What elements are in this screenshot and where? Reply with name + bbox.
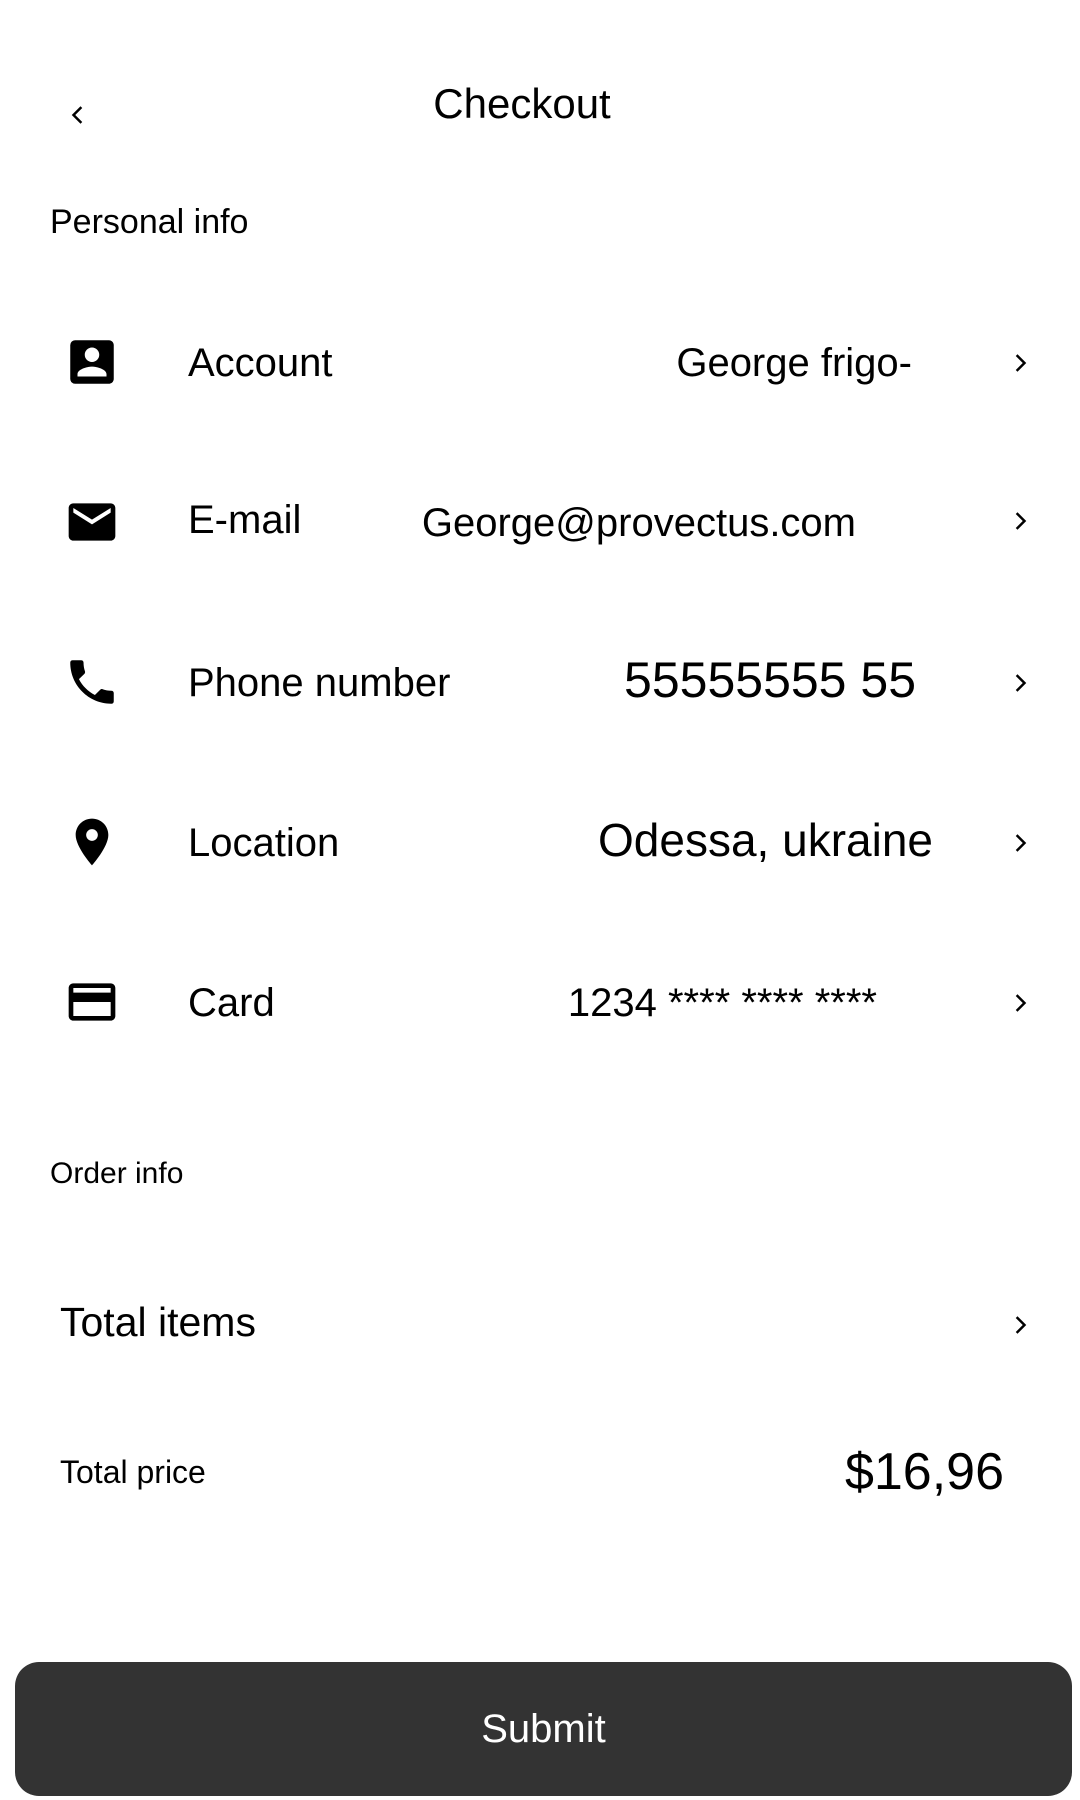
chevron-right-icon: [1000, 660, 1040, 706]
phone-icon: [60, 650, 124, 714]
phone-label: Phone number: [188, 661, 451, 705]
section-title-personal-info: Personal info: [50, 203, 249, 241]
chevron-right-icon: [1000, 980, 1040, 1026]
total-price-label: Total price: [60, 1454, 206, 1490]
submit-button[interactable]: Submit: [15, 1662, 1072, 1796]
account-value: George frigo-: [676, 341, 912, 385]
section-title-order-info: Order info: [50, 1157, 184, 1190]
account-label: Account: [188, 341, 333, 385]
email-row[interactable]: E-mail George@provectus.com: [0, 450, 1080, 590]
total-items-row[interactable]: Total items: [0, 1270, 1080, 1380]
credit-card-icon: [60, 970, 124, 1034]
mail-icon: [60, 490, 124, 554]
email-value: George@provectus.com: [421, 501, 856, 545]
chevron-right-icon: [1000, 1302, 1040, 1348]
chevron-right-icon: [1000, 498, 1040, 544]
card-label: Card: [188, 981, 275, 1025]
account-row[interactable]: Account George frigo-: [0, 290, 1080, 430]
account-box-icon: [60, 330, 124, 394]
total-items-label: Total items: [60, 1299, 256, 1345]
card-value: 1234 **** **** ****: [567, 981, 877, 1025]
phone-row[interactable]: Phone number 55555555 55: [0, 610, 1080, 750]
chevron-right-icon: [1000, 820, 1040, 866]
phone-value: 55555555 55: [624, 652, 916, 708]
location-row[interactable]: Location Odessa, ukraine: [0, 770, 1080, 910]
chevron-right-icon: [1000, 340, 1040, 386]
location-label: Location: [188, 821, 340, 865]
total-price-value: $16,96: [844, 1443, 1004, 1501]
location-pin-icon: [60, 810, 124, 874]
total-price-row: Total price $16,96: [0, 1430, 1080, 1520]
page-title: Checkout: [433, 80, 611, 127]
card-row[interactable]: Card 1234 **** **** ****: [0, 930, 1080, 1070]
location-value: Odessa, ukraine: [598, 814, 933, 866]
email-label: E-mail: [188, 498, 302, 542]
